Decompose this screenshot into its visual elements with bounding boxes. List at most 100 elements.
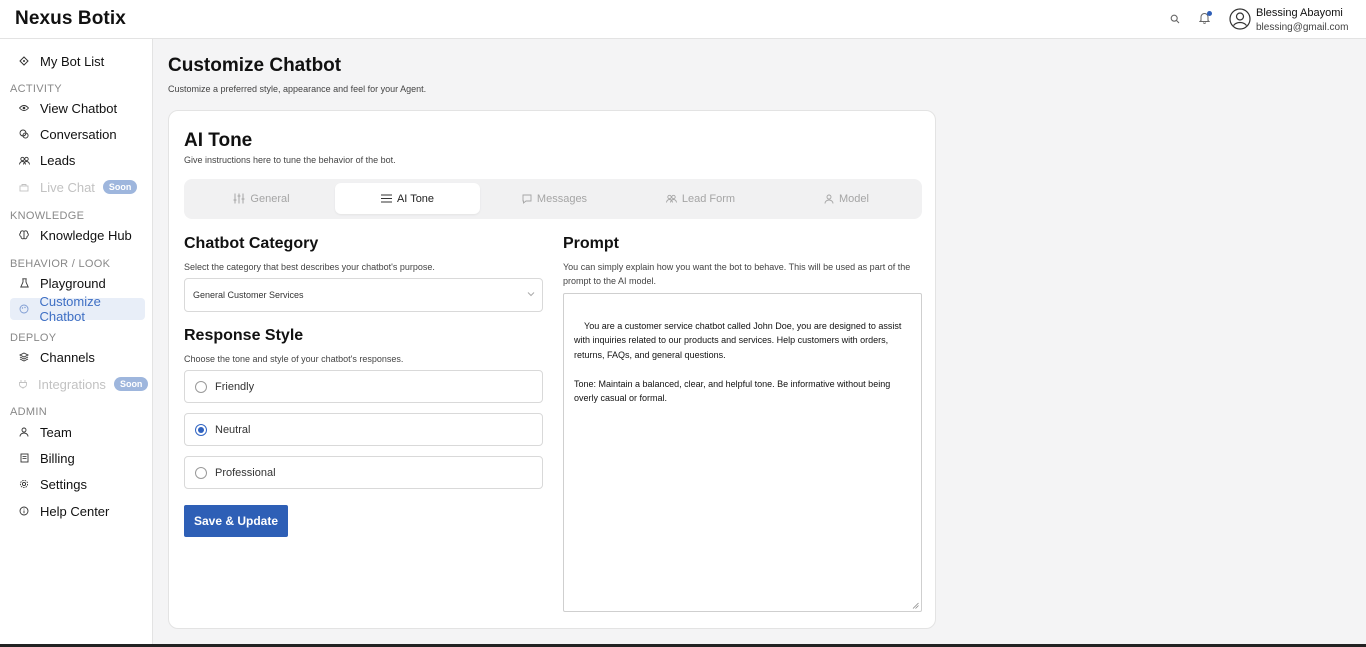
tab-label: Lead Form: [681, 192, 736, 205]
section-knowledge: KNOWLEDGE: [10, 210, 85, 222]
radio-neutral[interactable]: Neutral: [184, 413, 543, 446]
gear-icon: [18, 479, 30, 489]
page-subtitle: Customize a preferred style, appearance …: [168, 84, 427, 94]
sidebar-item-label: Conversation: [40, 126, 117, 142]
layers-icon: [18, 352, 30, 362]
sidebar-item-team[interactable]: Team: [10, 421, 145, 443]
info-icon: [18, 506, 30, 516]
category-subtitle: Select the category that best describes …: [184, 262, 435, 272]
category-selected-value: General Customer Services: [193, 290, 304, 300]
section-activity: ACTIVITY: [10, 83, 62, 95]
radio-label: Friendly: [215, 380, 255, 393]
card-title: AI Tone: [184, 130, 253, 151]
livechat-icon: [18, 183, 30, 192]
chat-icon: [18, 129, 30, 139]
sliders-icon: [233, 193, 245, 204]
sidebar-item-billing[interactable]: Billing: [10, 447, 145, 469]
tab-model[interactable]: Model: [774, 183, 919, 214]
user-name: Blessing Abayomi: [1256, 7, 1343, 19]
tab-label: Model: [839, 192, 869, 205]
menu-icon: [380, 194, 392, 203]
sidebar-item-settings[interactable]: Settings: [10, 473, 145, 495]
chevron-down-icon: [527, 292, 535, 297]
bell-icon[interactable]: [1196, 10, 1212, 26]
users-icon: [665, 194, 677, 203]
sidebar-item-label: Customize Chatbot: [39, 294, 101, 324]
response-style-subtitle: Choose the tone and style of your chatbo…: [184, 354, 404, 364]
category-select[interactable]: General Customer Services: [184, 278, 543, 312]
sidebar-item-channels[interactable]: Channels: [10, 346, 145, 368]
sidebar-item-help-center[interactable]: Help Center: [10, 500, 145, 522]
section-deploy: DEPLOY: [10, 332, 57, 344]
eye-icon: [18, 104, 30, 112]
tab-messages[interactable]: Messages: [482, 183, 627, 214]
brain-icon: [18, 230, 30, 240]
sidebar-item-conversation[interactable]: Conversation: [10, 123, 145, 145]
sidebar-item-playground[interactable]: Playground: [10, 272, 145, 294]
prompt-text: You are a customer service chatbot calle…: [574, 320, 902, 404]
prompt-title: Prompt: [563, 235, 619, 252]
sidebar-item-label: Help Center: [40, 503, 110, 519]
sidebar-item-integrations: Integrations Soon: [10, 373, 149, 395]
radio-button[interactable]: [195, 466, 207, 479]
sidebar-item-label: Knowledge Hub: [40, 227, 132, 243]
sidebar-item-label: Playground: [40, 275, 106, 291]
notification-dot: [1207, 11, 1212, 16]
flask-icon: [18, 278, 30, 288]
tab-label: General: [250, 192, 290, 205]
ai-tone-card: AI Tone Give instructions here to tune t…: [168, 110, 936, 629]
prompt-subtitle: You can simply explain how you want the …: [563, 262, 911, 286]
user-icon: [824, 194, 834, 204]
sidebar-item-leads[interactable]: Leads: [10, 149, 145, 171]
top-bar: Nexus Botix Blessing Abayomi blessing@gm…: [0, 0, 1366, 39]
sidebar-item-knowledge-hub[interactable]: Knowledge Hub: [10, 224, 145, 246]
bot-icon: [18, 56, 30, 66]
save-update-button[interactable]: Save & Update: [184, 505, 288, 537]
sidebar-item-customize-chatbot[interactable]: Customize Chatbot: [10, 294, 145, 324]
message-icon: [522, 194, 532, 204]
team-icon: [18, 427, 30, 437]
sidebar-item-label: Team: [40, 424, 72, 440]
tab-label: Messages: [536, 192, 588, 205]
prompt-textarea[interactable]: You are a customer service chatbot calle…: [563, 293, 922, 612]
response-style-title: Response Style: [184, 327, 304, 344]
tab-bar: General AI Tone Messages Lead Form Model: [184, 179, 922, 219]
tab-lead-form[interactable]: Lead Form: [628, 183, 773, 214]
palette-icon: [18, 304, 29, 314]
radio-label: Neutral: [215, 423, 251, 436]
sidebar-item-label: Integrations: [38, 376, 106, 392]
search-icon[interactable]: [1169, 13, 1181, 25]
avatar[interactable]: [1229, 8, 1251, 30]
users-icon: [18, 156, 30, 165]
tab-general[interactable]: General: [189, 183, 334, 214]
resize-handle-icon: [912, 602, 919, 609]
tab-ai-tone[interactable]: AI Tone: [335, 183, 480, 214]
radio-button[interactable]: [195, 380, 207, 393]
radio-friendly[interactable]: Friendly: [184, 370, 543, 403]
soon-badge: Soon: [113, 377, 149, 391]
page-title: Customize Chatbot: [168, 55, 342, 76]
sidebar-item-live-chat: Live Chat Soon: [10, 176, 145, 198]
brand-logo[interactable]: Nexus Botix: [15, 8, 126, 30]
category-title: Chatbot Category: [184, 235, 319, 252]
radio-button-selected[interactable]: [195, 423, 207, 436]
radio-label: Professional: [215, 466, 276, 479]
radio-professional[interactable]: Professional: [184, 456, 543, 489]
section-behavior: BEHAVIOR / LOOK: [10, 258, 111, 270]
tab-label: AI Tone: [396, 192, 435, 205]
sidebar-item-label: Channels: [40, 349, 95, 365]
sidebar-item-label: Live Chat: [40, 179, 95, 195]
card-subtitle: Give instructions here to tune the behav…: [184, 155, 396, 165]
sidebar-item-view-chatbot[interactable]: View Chatbot: [10, 97, 145, 119]
plug-icon: [18, 379, 28, 389]
sidebar: My Bot List ACTIVITY View Chatbot Conver…: [0, 39, 153, 647]
section-admin: ADMIN: [10, 406, 47, 418]
billing-icon: [18, 453, 30, 463]
soon-badge: Soon: [102, 180, 138, 194]
sidebar-item-my-bot-list[interactable]: My Bot List: [10, 50, 145, 72]
sidebar-item-label: Settings: [40, 476, 87, 492]
sidebar-item-label: Leads: [40, 152, 76, 168]
sidebar-item-label: View Chatbot: [40, 100, 118, 116]
sidebar-item-label: My Bot List: [40, 53, 105, 69]
sidebar-item-label: Billing: [40, 450, 75, 466]
